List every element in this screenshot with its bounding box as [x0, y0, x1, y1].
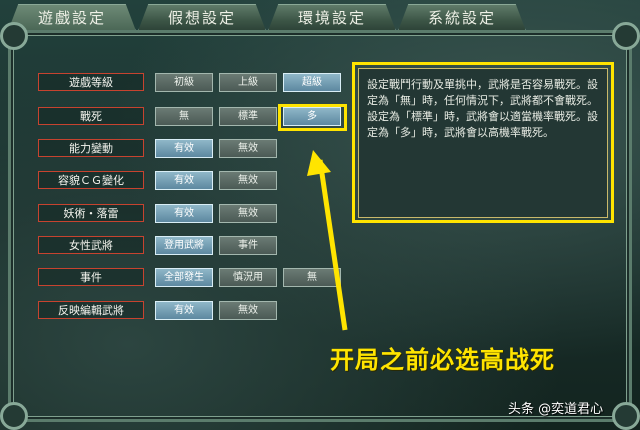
option-button-game-level-2[interactable]: 超級 [283, 73, 341, 92]
setting-label-female-generals: 女性武將 [38, 236, 144, 254]
setting-label-ability-change: 能力變動 [38, 139, 144, 157]
game-screen: { "tabs": [ {"label":"遊戲設定","active":tru… [0, 0, 640, 430]
option-button-edited-generals-1[interactable]: 無效 [219, 301, 277, 320]
option-button-sorcery-lightning-0[interactable]: 有效 [155, 204, 213, 223]
highlight-box-high-death [278, 104, 347, 131]
option-button-portrait-cg-0[interactable]: 有效 [155, 171, 213, 190]
corner-ornament-icon [0, 22, 28, 50]
setting-label-sorcery-lightning: 妖術・落雷 [38, 204, 144, 222]
annotation-caption: 开局之前必选高战死 [330, 346, 555, 374]
tab-system-settings[interactable]: 系統設定 [398, 4, 526, 31]
setting-label-events: 事件 [38, 268, 144, 286]
setting-label-game-level: 遊戲等級 [38, 73, 144, 91]
option-button-game-level-0[interactable]: 初級 [155, 73, 213, 92]
option-button-female-generals-0[interactable]: 登用武將 [155, 236, 213, 255]
option-button-events-2[interactable]: 無 [283, 268, 341, 287]
corner-ornament-icon [0, 402, 28, 430]
option-button-edited-generals-0[interactable]: 有效 [155, 301, 213, 320]
option-button-sorcery-lightning-1[interactable]: 無效 [219, 204, 277, 223]
settings-tab-bar: 遊戲設定 假想設定 環境設定 系統設定 [8, 4, 632, 32]
setting-label-portrait-cg: 容貌ＣＧ變化 [38, 171, 144, 189]
highlight-box-description [352, 62, 614, 223]
tab-hypothetical-settings[interactable]: 假想設定 [138, 4, 266, 31]
tab-game-settings[interactable]: 遊戲設定 [8, 4, 136, 31]
corner-ornament-icon [612, 22, 640, 50]
setting-label-battle-death: 戰死 [38, 107, 144, 125]
option-button-game-level-1[interactable]: 上級 [219, 73, 277, 92]
setting-label-edited-generals: 反映編輯武將 [38, 301, 144, 319]
option-button-ability-change-0[interactable]: 有效 [155, 139, 213, 158]
watermark: 头条 @奕道君心 [508, 402, 604, 417]
option-button-battle-death-0[interactable]: 無 [155, 107, 213, 126]
option-button-events-0[interactable]: 全部發生 [155, 268, 213, 287]
option-button-ability-change-1[interactable]: 無效 [219, 139, 277, 158]
option-button-events-1[interactable]: 慎況用 [219, 268, 277, 287]
option-button-portrait-cg-1[interactable]: 無效 [219, 171, 277, 190]
option-button-female-generals-1[interactable]: 事件 [219, 236, 277, 255]
option-button-battle-death-1[interactable]: 標準 [219, 107, 277, 126]
tab-environment-settings[interactable]: 環境設定 [268, 4, 396, 31]
corner-ornament-icon [612, 402, 640, 430]
